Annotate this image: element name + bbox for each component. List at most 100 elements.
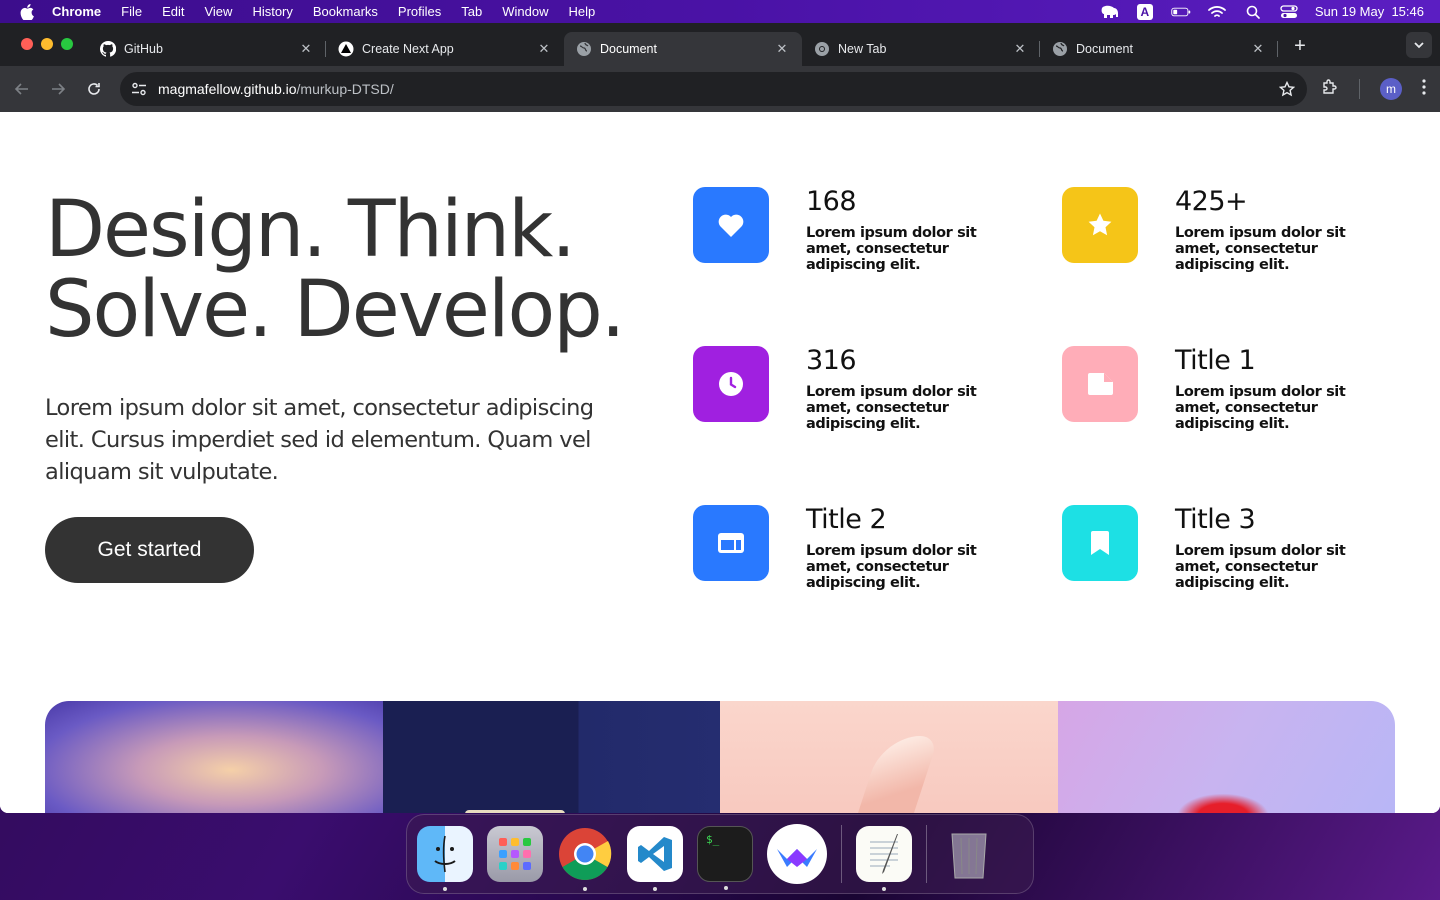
wifi-icon[interactable] bbox=[1207, 4, 1227, 20]
feature-item: 316 Lorem ipsum dolor sit amet, consecte… bbox=[693, 346, 1026, 432]
feature-title: Title 3 bbox=[1175, 504, 1256, 535]
note-icon bbox=[1062, 346, 1138, 422]
hero-description: Lorem ipsum dolor sit amet, consectetur … bbox=[45, 395, 594, 485]
tabs: GitHub ✕ Create Next App ✕ Document ✕ Ne… bbox=[88, 32, 1314, 66]
feature-item: 168 Lorem ipsum dolor sit amet, consecte… bbox=[693, 187, 1026, 273]
running-indicator bbox=[882, 887, 886, 891]
minimize-window-button[interactable] bbox=[41, 38, 53, 50]
vscode-icon[interactable] bbox=[627, 826, 683, 891]
launchpad-icon[interactable] bbox=[487, 826, 543, 882]
tab-document-active[interactable]: Document ✕ bbox=[564, 32, 802, 66]
feature-title: 316 bbox=[806, 345, 857, 376]
reload-icon bbox=[88, 83, 100, 95]
tab-github[interactable]: GitHub ✕ bbox=[88, 32, 326, 66]
menu-view[interactable]: View bbox=[204, 4, 232, 19]
toolbar-divider bbox=[1359, 79, 1360, 99]
tab-new-tab[interactable]: New Tab ✕ bbox=[802, 32, 1040, 66]
window-icon bbox=[693, 505, 769, 581]
bookmark-icon bbox=[1062, 505, 1138, 581]
more-menu-icon[interactable] bbox=[1422, 78, 1426, 100]
url-path: /murkup-DTSD/ bbox=[296, 81, 394, 97]
menu-tab[interactable]: Tab bbox=[461, 4, 482, 19]
star-icon bbox=[1062, 187, 1138, 263]
elephant-icon[interactable] bbox=[1099, 4, 1119, 20]
close-tab-icon[interactable]: ✕ bbox=[1250, 41, 1266, 57]
globe-icon bbox=[576, 41, 592, 57]
tab-document[interactable]: Document ✕ bbox=[1040, 32, 1278, 66]
dock-divider bbox=[841, 825, 842, 883]
feature-title: Title 2 bbox=[806, 504, 887, 535]
menu-edit[interactable]: Edit bbox=[162, 4, 184, 19]
zoom-window-button[interactable] bbox=[61, 38, 73, 50]
web-page: Design. Think. Solve. Develop. Lorem ips… bbox=[0, 112, 1440, 813]
tab-create-next-app[interactable]: Create Next App ✕ bbox=[326, 32, 564, 66]
feature-item: 425+ Lorem ipsum dolor sit amet, consect… bbox=[1062, 187, 1395, 273]
new-tab-button[interactable]: + bbox=[1286, 32, 1314, 60]
input-source-icon[interactable]: A bbox=[1135, 3, 1155, 20]
tab-title: Document bbox=[600, 42, 657, 56]
feature-description: Lorem ipsum dolor sit amet, consectetur … bbox=[1175, 543, 1346, 591]
close-tab-icon[interactable]: ✕ bbox=[774, 41, 790, 57]
running-indicator bbox=[724, 886, 728, 890]
finder-icon[interactable] bbox=[417, 826, 473, 891]
github-icon bbox=[100, 41, 116, 57]
window-controls bbox=[21, 38, 73, 50]
gallery-image[interactable] bbox=[720, 701, 1058, 813]
arrow-left-icon bbox=[14, 83, 28, 95]
gallery-image[interactable] bbox=[1057, 701, 1395, 813]
site-info-icon[interactable] bbox=[130, 80, 148, 98]
feature-title: 168 bbox=[806, 186, 857, 217]
running-indicator bbox=[443, 887, 447, 891]
menu-bookmarks[interactable]: Bookmarks bbox=[313, 4, 378, 19]
address-bar[interactable]: magmafellow.github.io/murkup-DTSD/ bbox=[120, 72, 1307, 106]
feature-item: Title 3 Lorem ipsum dolor sit amet, cons… bbox=[1062, 505, 1395, 591]
menu-help[interactable]: Help bbox=[569, 4, 596, 19]
close-tab-icon[interactable]: ✕ bbox=[298, 41, 314, 57]
reload-button[interactable] bbox=[80, 75, 108, 103]
menu-window[interactable]: Window bbox=[502, 4, 548, 19]
battery-icon[interactable] bbox=[1171, 4, 1191, 20]
image-gallery bbox=[45, 701, 1395, 813]
feature-description: Lorem ipsum dolor sit amet, consectetur … bbox=[806, 225, 977, 273]
cursor-app-icon[interactable] bbox=[767, 824, 827, 884]
trash-icon[interactable] bbox=[941, 826, 997, 882]
get-started-button[interactable]: Get started bbox=[45, 517, 254, 583]
dock-divider bbox=[926, 825, 927, 883]
back-button[interactable] bbox=[8, 75, 36, 103]
profile-avatar[interactable]: m bbox=[1380, 78, 1402, 100]
forward-button[interactable] bbox=[44, 75, 72, 103]
tab-search-button[interactable] bbox=[1406, 32, 1432, 58]
tab-separator bbox=[1277, 41, 1278, 57]
menu-history[interactable]: History bbox=[252, 4, 292, 19]
menu-clock[interactable]: Sun 19 May 15:46 bbox=[1315, 4, 1424, 19]
extensions-icon[interactable] bbox=[1321, 78, 1339, 101]
close-window-button[interactable] bbox=[21, 38, 33, 50]
heart-icon bbox=[693, 187, 769, 263]
textedit-icon[interactable] bbox=[856, 826, 912, 891]
feature-description: Lorem ipsum dolor sit amet, consectetur … bbox=[806, 543, 977, 591]
menu-profiles[interactable]: Profiles bbox=[398, 4, 441, 19]
gallery-image[interactable] bbox=[382, 701, 720, 813]
feature-description: Lorem ipsum dolor sit amet, consectetur … bbox=[1175, 225, 1346, 273]
bookmark-star-icon[interactable] bbox=[1277, 79, 1297, 99]
feature-item: Title 2 Lorem ipsum dolor sit amet, cons… bbox=[693, 505, 1026, 591]
gallery-image[interactable] bbox=[45, 701, 383, 813]
close-tab-icon[interactable]: ✕ bbox=[536, 41, 552, 57]
menu-bar: Chrome File Edit View History Bookmarks … bbox=[0, 0, 1440, 23]
menu-file[interactable]: File bbox=[121, 4, 142, 19]
tab-title: Create Next App bbox=[362, 42, 454, 56]
menu-app-name[interactable]: Chrome bbox=[52, 4, 101, 19]
spotlight-search-icon[interactable] bbox=[1243, 4, 1263, 20]
control-center-icon[interactable] bbox=[1279, 4, 1299, 20]
chrome-icon bbox=[814, 41, 830, 57]
terminal-icon[interactable]: $_ bbox=[697, 826, 753, 890]
feature-description: Lorem ipsum dolor sit amet, consectetur … bbox=[806, 384, 977, 432]
tab-title: Document bbox=[1076, 42, 1133, 56]
tab-title: New Tab bbox=[838, 42, 887, 56]
feature-item: Title 1 Lorem ipsum dolor sit amet, cons… bbox=[1062, 346, 1395, 432]
running-indicator bbox=[583, 887, 587, 891]
close-tab-icon[interactable]: ✕ bbox=[1012, 41, 1028, 57]
apple-icon[interactable] bbox=[18, 3, 36, 20]
chrome-app-icon[interactable] bbox=[557, 826, 613, 891]
feature-title: Title 1 bbox=[1175, 345, 1256, 376]
